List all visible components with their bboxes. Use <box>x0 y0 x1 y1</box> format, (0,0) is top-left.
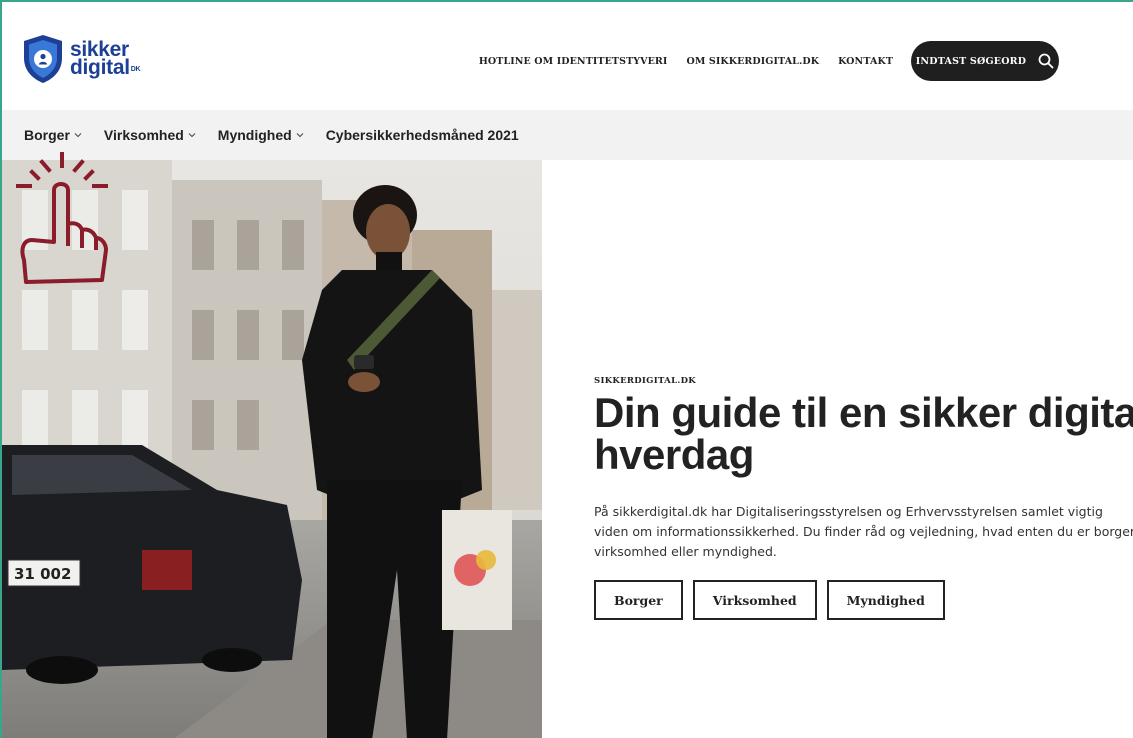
hero-title: Din guide til en sikker digital hverdag <box>594 392 1133 476</box>
logo-line2: digital <box>70 56 130 79</box>
chevron-down-icon <box>188 133 196 138</box>
menu-item-label: Myndighed <box>217 127 292 143</box>
logo-suffix: DK <box>130 66 141 73</box>
nav-link-om[interactable]: OM SIKKERDIGITAL.DK <box>686 56 819 67</box>
top-navigation: HOTLINE OM IDENTITETSTYVERI OM SIKKERDIG… <box>460 41 1059 81</box>
search-button-label: INDTAST SØGEORD <box>915 55 1027 67</box>
search-button[interactable]: INDTAST SØGEORD <box>911 41 1059 81</box>
hero-title-line2: hverdag <box>594 431 754 478</box>
menu-item-virksomhed[interactable]: Virksomhed <box>104 127 196 143</box>
site-header: sikker digitalDK HOTLINE OM IDENTITETSTY… <box>2 2 1133 108</box>
menu-item-label: Cybersikkerhedsmåned 2021 <box>325 127 519 143</box>
menu-item-cybersikkerhedsmaaned[interactable]: Cybersikkerhedsmåned 2021 <box>326 127 519 143</box>
myndighed-button[interactable]: Myndighed <box>826 580 945 620</box>
license-plate: 31 002 <box>14 565 71 583</box>
tap-pointer-icon <box>16 152 108 284</box>
search-icon <box>1038 53 1054 69</box>
shield-logo-icon <box>24 35 62 83</box>
menu-item-myndighed[interactable]: Myndighed <box>218 127 304 143</box>
menu-item-label: Virksomhed <box>103 127 184 143</box>
chevron-down-icon <box>296 133 304 138</box>
nav-link-kontakt[interactable]: KONTAKT <box>838 56 893 67</box>
virksomhed-button[interactable]: Virksomhed <box>692 580 817 620</box>
hero-eyebrow: SIKKERDIGITAL.DK <box>594 376 696 386</box>
hero-buttons: Borger Virksomhed Myndighed <box>594 580 1133 620</box>
logo-wordmark: sikker digitalDK <box>70 39 141 79</box>
chevron-down-icon <box>74 133 82 138</box>
hero-title-line1: Din guide til en sikker digital <box>594 389 1133 436</box>
hero-content: SIKKERDIGITAL.DK Din guide til en sikker… <box>594 376 1133 620</box>
hero-lead: På sikkerdigital.dk har Digitaliseringss… <box>594 504 1133 559</box>
menu-item-borger[interactable]: Borger <box>24 127 82 143</box>
nav-link-hotline[interactable]: HOTLINE OM IDENTITETSTYVERI <box>479 56 668 67</box>
page-frame: sikker digitalDK HOTLINE OM IDENTITETSTY… <box>0 0 1133 738</box>
borger-button[interactable]: Borger <box>594 580 683 620</box>
site-logo[interactable]: sikker digitalDK <box>22 34 141 84</box>
menu-item-label: Borger <box>24 127 70 143</box>
main-navigation: Borger Virksomhed Myndighed Cybersikkerh… <box>2 110 1133 160</box>
